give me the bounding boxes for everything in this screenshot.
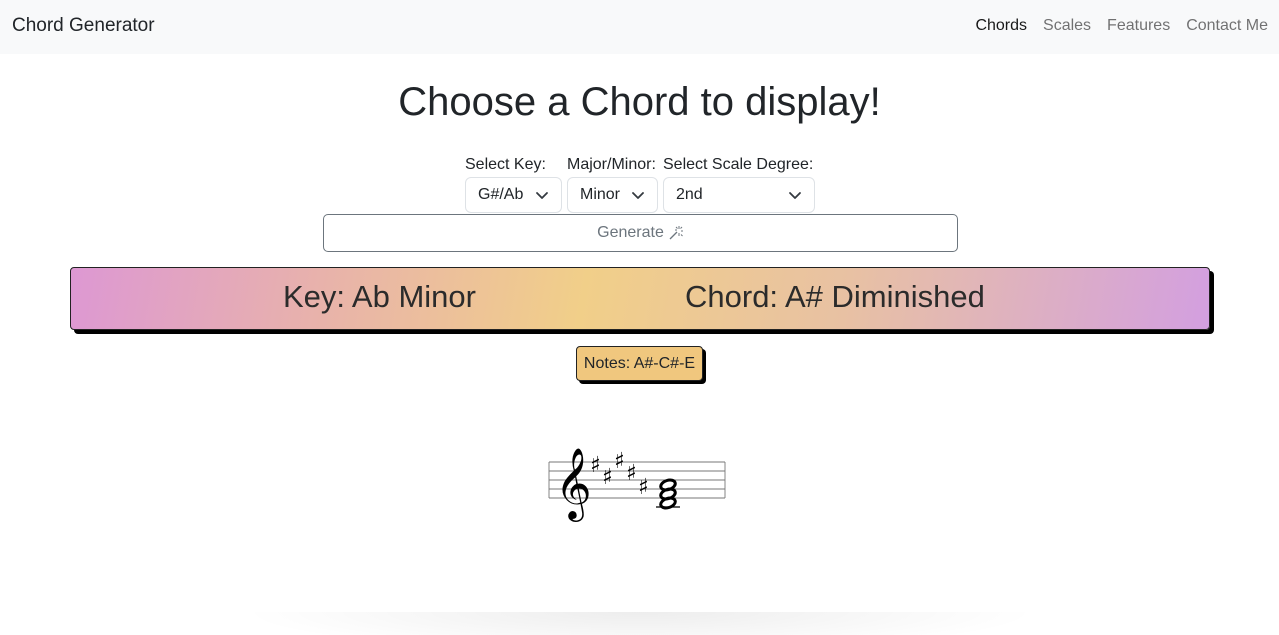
degree-select-label: Select Scale Degree: — [663, 156, 814, 173]
mode-select-group: Major/Minor: Minor — [567, 155, 658, 213]
generate-button[interactable]: Generate — [323, 214, 958, 252]
result-key-text: Key: Ab Minor — [283, 279, 476, 314]
nav-chords[interactable]: Chords — [975, 17, 1027, 35]
music-staff: 𝄞 ♯ ♯ ♯ ♯ ♯ — [548, 446, 726, 522]
nav-features[interactable]: Features — [1107, 17, 1170, 35]
footer-shadow — [240, 612, 1040, 635]
mode-select-label: Major/Minor: — [567, 156, 656, 173]
sharp-icon: ♯ — [626, 461, 637, 486]
nav-links: Chords Scales Features Contact Me — [975, 17, 1268, 35]
mode-select[interactable]: Minor — [567, 177, 658, 213]
result-chord-text: Chord: A# Diminished — [685, 279, 985, 314]
sharp-icon: ♯ — [602, 465, 613, 490]
magic-wand-icon — [669, 226, 683, 240]
mode-select-value: Minor — [580, 186, 621, 203]
sharp-icon: ♯ — [638, 475, 649, 500]
key-select-value: G#/Ab — [478, 186, 524, 203]
degree-select-group: Select Scale Degree: 2nd — [663, 155, 815, 213]
chevron-down-icon — [632, 192, 644, 199]
nav-scales[interactable]: Scales — [1043, 17, 1091, 35]
degree-select[interactable]: 2nd — [663, 177, 815, 213]
notes-text: Notes: A#-C#-E — [583, 354, 696, 372]
generate-label: Generate — [597, 224, 664, 241]
key-select-group: Select Key: G#/Ab — [465, 155, 562, 213]
navbar: Chord Generator Chords Scales Features C… — [0, 0, 1279, 54]
degree-select-value: 2nd — [676, 186, 703, 203]
key-select-label: Select Key: — [465, 156, 546, 173]
key-select[interactable]: G#/Ab — [465, 177, 562, 213]
chord-notes — [656, 478, 680, 510]
key-signature-sharps: ♯ ♯ ♯ ♯ ♯ — [590, 449, 649, 500]
notes-badge: Notes: A#-C#-E — [576, 346, 703, 381]
page-title: Choose a Chord to display! — [398, 80, 881, 124]
chevron-down-icon — [536, 192, 548, 199]
brand-link[interactable]: Chord Generator — [12, 15, 155, 37]
nav-contact[interactable]: Contact Me — [1186, 17, 1268, 35]
treble-clef-icon: 𝄞 — [555, 446, 592, 522]
chevron-down-icon — [789, 192, 801, 199]
sharp-icon: ♯ — [614, 449, 625, 474]
sharp-icon: ♯ — [590, 453, 601, 478]
chord-result-banner: Key: Ab Minor Chord: A# Diminished — [70, 267, 1210, 330]
